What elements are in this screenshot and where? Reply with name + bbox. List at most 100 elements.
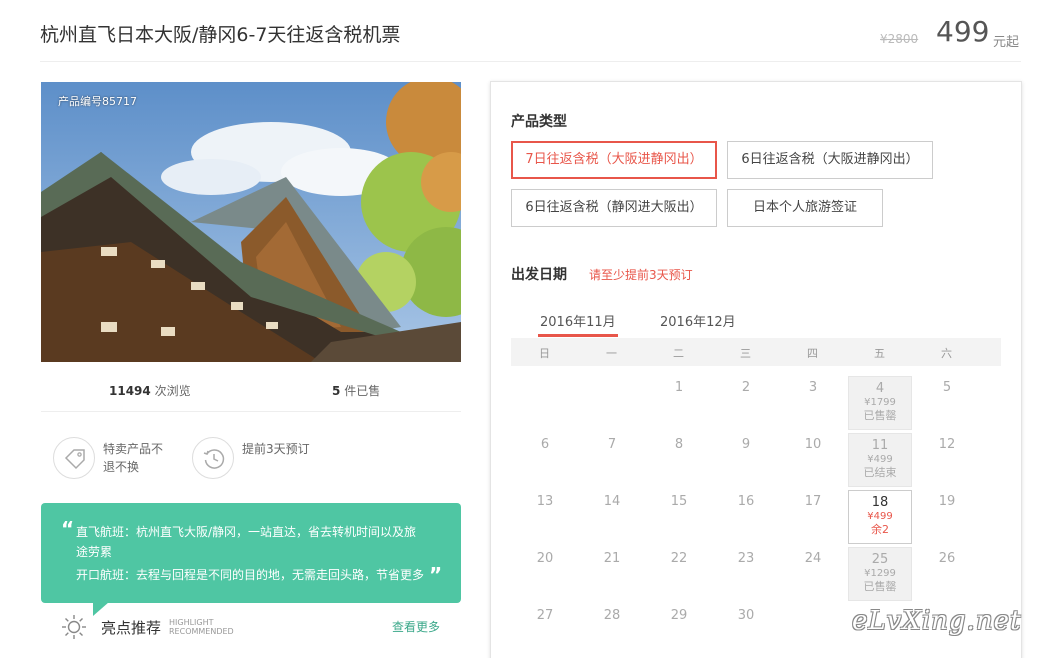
calendar-day-20: 20 [513, 547, 577, 601]
calendar-day-18[interactable]: 18 ¥499 余2 [848, 490, 912, 544]
day-number: 24 [804, 551, 822, 566]
weekday-sun: 日 [539, 347, 550, 360]
day-number: 10 [804, 437, 822, 452]
day-number: 3 [808, 380, 818, 395]
views-label: 次浏览 [154, 384, 191, 398]
day-number: 13 [536, 494, 554, 509]
weekday-mon: 一 [606, 347, 617, 360]
original-price: ¥2800 [880, 32, 919, 46]
product-stats: 11494 次浏览 5 件已售 [41, 372, 461, 412]
calendar-day-14: 14 [580, 490, 644, 544]
option-japan-visa[interactable]: 日本个人旅游签证 [727, 189, 883, 227]
day-number: 16 [737, 494, 755, 509]
sold-label: 件已售 [344, 384, 381, 398]
day-status: 已售罄 [863, 409, 897, 422]
day-number: 14 [603, 494, 621, 509]
calendar-day-7: 7 [580, 433, 644, 487]
page-title: 杭州直飞日本大阪/静冈6-7天往返含税机票 [40, 24, 401, 46]
day-number: 7 [607, 437, 617, 452]
day-number: 6 [540, 437, 550, 452]
tab-month-nov[interactable]: 2016年11月 [540, 311, 616, 330]
calendar-day-1: 1 [647, 376, 711, 430]
day-number: 9 [741, 437, 751, 452]
product-header: 杭州直飞日本大阪/静冈6-7天往返含税机票 ¥2800 499 元起 [0, 0, 1057, 62]
advance-booking-note: 请至少提前3天预订 [589, 268, 693, 282]
calendar-day-11: 11 ¥499 已结束 [848, 433, 912, 487]
day-price: ¥1299 [864, 568, 896, 579]
day-number: 12 [938, 437, 956, 452]
calendar-day-29: 29 [647, 604, 711, 658]
day-status: 已结束 [863, 466, 897, 479]
day-number: 25 [871, 552, 889, 567]
views-count: 11494 [109, 384, 151, 398]
option-7day-osaka-shizuoka[interactable]: 7日往返含税（大阪进静冈出） [511, 141, 717, 179]
day-price: ¥499 [867, 511, 893, 522]
day-number: 18 [871, 495, 889, 510]
calendar-day-15: 15 [647, 490, 711, 544]
recommendation-sub-2: RECOMMENDED [169, 627, 234, 636]
day-price: ¥499 [867, 454, 893, 465]
calendar-day-26: 26 [915, 547, 979, 601]
views-stat: 11494 次浏览 [109, 382, 191, 399]
day-number: 8 [674, 437, 684, 452]
recommendation-title: 亮点推荐 [101, 619, 162, 637]
day-number: 30 [737, 608, 755, 623]
tab-month-dec[interactable]: 2016年12月 [660, 311, 736, 330]
calendar-day-8: 8 [647, 433, 711, 487]
day-number: 11 [871, 438, 889, 453]
day-number: 23 [737, 551, 755, 566]
close-quote-icon: ” [429, 563, 443, 587]
option-6day-osaka-shizuoka[interactable]: 6日往返含税（大阪进静冈出） [727, 141, 933, 179]
calendar-day-2: 2 [714, 376, 778, 430]
booking-panel: 产品类型 7日往返含税（大阪进静冈出） 6日往返含税（大阪进静冈出） 6日往返含… [490, 81, 1022, 658]
departure-date-label: 出发日期 [511, 267, 567, 283]
weekday-sat: 六 [941, 347, 952, 360]
tag-icon [53, 437, 95, 479]
day-status: 余2 [871, 523, 889, 536]
view-more-link[interactable]: 查看更多 [392, 618, 440, 635]
calendar-day-16: 16 [714, 490, 778, 544]
option-6day-shizuoka-osaka[interactable]: 6日往返含税（静冈进大阪出） [511, 189, 717, 227]
day-number: 19 [938, 494, 956, 509]
calendar-day-6: 6 [513, 433, 577, 487]
highlight-line-2: 途劳累 [76, 545, 113, 559]
day-number: 27 [536, 608, 554, 623]
open-quote-icon: “ [61, 517, 75, 541]
header-divider [40, 61, 1021, 62]
day-number: 22 [670, 551, 688, 566]
day-number: 20 [536, 551, 554, 566]
current-price: 499 [936, 15, 990, 48]
calendar-day-30: 30 [714, 604, 778, 658]
calendar-day-3: 3 [781, 376, 845, 430]
calendar-day-13: 13 [513, 490, 577, 544]
weekday-fri: 五 [874, 347, 885, 360]
calendar-day-22: 22 [647, 547, 711, 601]
active-tab-indicator [538, 334, 618, 337]
calendar-day-19: 19 [915, 490, 979, 544]
product-type-label: 产品类型 [511, 114, 567, 130]
day-number: 26 [938, 551, 956, 566]
highlight-line-1: 直飞航班：杭州直飞大阪/静冈，一站直达，省去转机时间以及旅 [76, 525, 417, 539]
calendar-day-27: 27 [513, 604, 577, 658]
calendar-day-12: 12 [915, 433, 979, 487]
recommendation-bar: 亮点推荐 HIGHLIGHT RECOMMENDED 查看更多 [41, 608, 461, 644]
calendar-day-21: 21 [580, 547, 644, 601]
calendar-day-28: 28 [580, 604, 644, 658]
highlight-box: “ 直飞航班：杭州直飞大阪/静冈，一站直达，省去转机时间以及旅 途劳累 开口航班… [41, 503, 461, 616]
day-price: ¥1799 [864, 397, 896, 408]
calendar-day-5: 5 [915, 376, 979, 430]
day-number: 2 [741, 380, 751, 395]
day-number: 28 [603, 608, 621, 623]
highlight-line-3: 开口航班：去程与回程是不同的目的地，无需走回头路，节省更多 [76, 568, 425, 582]
clock-history-icon [192, 437, 234, 479]
sun-icon [62, 615, 86, 639]
recommendation-subtitle: HIGHLIGHT RECOMMENDED [169, 618, 234, 636]
product-code: 产品编号85717 [58, 95, 137, 108]
weekday-tue: 二 [673, 347, 684, 360]
day-number: 4 [875, 381, 885, 396]
calendar-day-23: 23 [714, 547, 778, 601]
calendar-day-9: 9 [714, 433, 778, 487]
calendar-day-10: 10 [781, 433, 845, 487]
day-number: 1 [674, 380, 684, 395]
day-number: 15 [670, 494, 688, 509]
